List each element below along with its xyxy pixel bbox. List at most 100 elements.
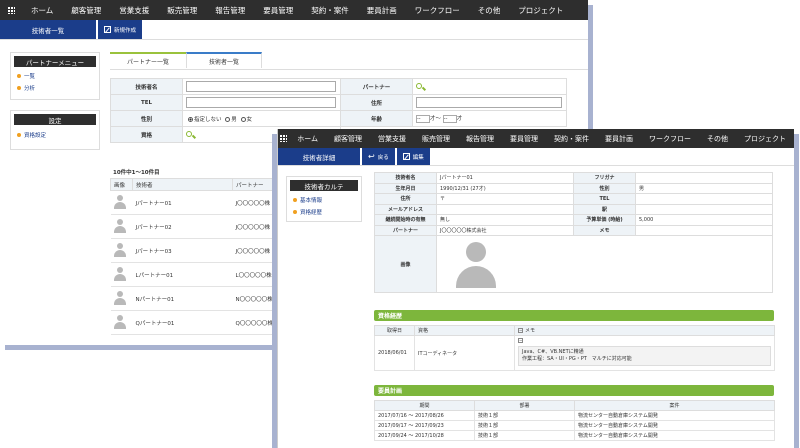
qual-section-header: 資格経歴 (374, 310, 774, 321)
engineer-partner: J〇〇〇〇〇株 (232, 190, 283, 215)
nav-customers[interactable]: 顧客管理 (62, 5, 110, 16)
table-row[interactable]: Jパートナー03 J〇〇〇〇〇株 (110, 238, 283, 263)
price-value: 5,000 (635, 214, 773, 226)
nav-customers[interactable]: 顧客管理 (326, 134, 370, 144)
nav-sales[interactable]: 営業支援 (110, 5, 158, 16)
menu-item-qual-history[interactable]: 資格経歴 (287, 206, 361, 218)
nav-reports[interactable]: 報告管理 (458, 134, 502, 144)
nav-reports[interactable]: 報告管理 (206, 5, 254, 16)
qual-label: 資格 (110, 126, 183, 143)
plan-dept: 技術１部 (474, 410, 575, 421)
engineer-name[interactable]: Jパートナー03 (132, 238, 233, 263)
engineer-name[interactable]: Qパートナー01 (132, 310, 233, 335)
tab-partner-list[interactable]: パートナー一覧 (110, 52, 186, 68)
search-icon[interactable] (416, 83, 422, 90)
col-header: 期間 (374, 400, 475, 411)
memo-col-header: − メモ (514, 325, 775, 336)
nav-contracts[interactable]: 契約・案件 (302, 5, 358, 16)
page-title: 技術者詳細 (278, 148, 360, 165)
age-label: 年齢 (340, 110, 413, 127)
nav-sales-mgmt[interactable]: 販売管理 (414, 134, 458, 144)
menu-item-qual-settings[interactable]: 資格設定 (11, 129, 99, 141)
nav-home[interactable]: ホーム (289, 134, 326, 144)
memo-value (635, 224, 773, 236)
edit-button[interactable]: 編集 (396, 148, 430, 165)
gender-label: 性別 (573, 182, 636, 194)
tab-bar: パートナー一覧 技術者一覧 (110, 52, 262, 68)
engineer-name[interactable]: Jパートナー02 (132, 214, 233, 239)
table-row: 2018/06/01 ITコーディネータ − Java、C#、VB.NETに精通… (374, 335, 775, 371)
plan-project: 物流センター自動倉庫システム開発 (574, 410, 775, 421)
nav-other[interactable]: その他 (469, 5, 510, 16)
col-header: 取得日 (374, 325, 415, 336)
search-icon[interactable] (186, 131, 192, 138)
table-row[interactable]: Jパートナー01 J〇〇〇〇〇株 (110, 190, 283, 215)
engineer-partner: L〇〇〇〇〇株 (232, 262, 283, 287)
table-row[interactable]: Jパートナー02 J〇〇〇〇〇株 (110, 214, 283, 239)
gender-radio-male[interactable] (225, 116, 231, 122)
page-title: 技術者一覧 (0, 20, 96, 39)
table-row[interactable]: Qパートナー01 Q〇〇〇〇〇株 (110, 310, 283, 335)
plan-dept: 技術１部 (474, 430, 575, 441)
age-to-select[interactable]: -- (442, 114, 457, 123)
gender-label: 性別 (110, 110, 183, 127)
profile-photo (452, 240, 500, 288)
nav-project[interactable]: プロジェクト (736, 134, 794, 144)
address-input[interactable] (416, 97, 562, 108)
collapse-icon[interactable]: − (518, 338, 523, 343)
station-label: 駅 (573, 203, 636, 215)
engineer-name[interactable]: Nパートナー01 (132, 286, 233, 311)
mail-value (436, 203, 574, 215)
edit-icon (402, 153, 410, 160)
nav-home[interactable]: ホーム (22, 5, 62, 16)
col-header: 資格 (414, 325, 515, 336)
engineer-name[interactable]: Lパートナー01 (132, 262, 233, 287)
plan-period: 2017/09/24 〜 2017/10/28 (374, 430, 475, 441)
age-to-unit: 才 (456, 116, 463, 123)
grid-menu-icon[interactable] (278, 135, 289, 142)
menu-item-analysis[interactable]: 分析 (11, 82, 99, 94)
nav-workflow[interactable]: ワークフロー (406, 5, 469, 16)
collapse-icon[interactable]: − (518, 328, 523, 333)
tab-engineer-list[interactable]: 技術者一覧 (186, 52, 262, 68)
tel-input[interactable] (186, 97, 336, 108)
name-input[interactable] (186, 81, 336, 92)
plan-project: 物流センター自動倉庫システム開発 (574, 430, 775, 441)
menu-item-list[interactable]: 一覧 (11, 70, 99, 82)
back-button[interactable]: ↩ 戻る (362, 148, 395, 165)
partner-menu: パートナーメニュー 一覧 分析 (10, 52, 100, 100)
nav-sales-mgmt[interactable]: 販売管理 (158, 5, 206, 16)
nav-other[interactable]: その他 (699, 134, 736, 144)
birth-value: 1990/12/31 (27才) (436, 182, 574, 194)
gender-option-label: 男 (231, 116, 237, 123)
furigana-label: フリガナ (573, 172, 636, 184)
nav-project[interactable]: プロジェクト (509, 5, 572, 16)
nav-sales[interactable]: 営業支援 (370, 134, 414, 144)
grid-menu-icon[interactable] (0, 6, 22, 14)
birth-label: 生年月日 (374, 182, 437, 194)
plan-section-header: 要員計画 (374, 385, 774, 396)
engineer-name[interactable]: Jパートナー01 (132, 190, 233, 215)
gender-radio-female[interactable] (240, 116, 246, 122)
nav-staff[interactable]: 要員管理 (502, 134, 546, 144)
table-row[interactable]: Lパートナー01 L〇〇〇〇〇株 (110, 262, 283, 287)
partner-menu-head: パートナーメニュー (14, 56, 96, 67)
nav-workflow[interactable]: ワークフロー (641, 134, 699, 144)
bullet-icon (293, 210, 297, 214)
sub-toolbar: 技術者一覧 新規作成 (0, 20, 588, 40)
nav-contracts[interactable]: 契約・案件 (546, 134, 597, 144)
new-button[interactable]: 新規作成 (98, 20, 143, 39)
table-row[interactable]: Nパートナー01 N〇〇〇〇〇株 (110, 286, 283, 311)
nav-staff[interactable]: 要員管理 (254, 5, 302, 16)
avatar-icon (113, 242, 126, 257)
sub-toolbar: 技術者詳細 ↩ 戻る 編集 (278, 148, 794, 166)
address-value: 〒 (436, 193, 574, 205)
table-row: 2017/07/16 〜 2017/08/26 技術１部 物流センター自動倉庫シ… (374, 410, 775, 421)
nav-staff-plan[interactable]: 要員計画 (597, 134, 641, 144)
nav-staff-plan[interactable]: 要員計画 (358, 5, 406, 16)
age-from-select[interactable]: -- (416, 114, 430, 123)
settings-menu: 設定 資格設定 (10, 110, 100, 150)
qual-date: 2018/06/01 (374, 335, 415, 371)
menu-item-basic-info[interactable]: 基本情報 (287, 194, 361, 206)
gender-radio-any[interactable] (188, 116, 193, 122)
